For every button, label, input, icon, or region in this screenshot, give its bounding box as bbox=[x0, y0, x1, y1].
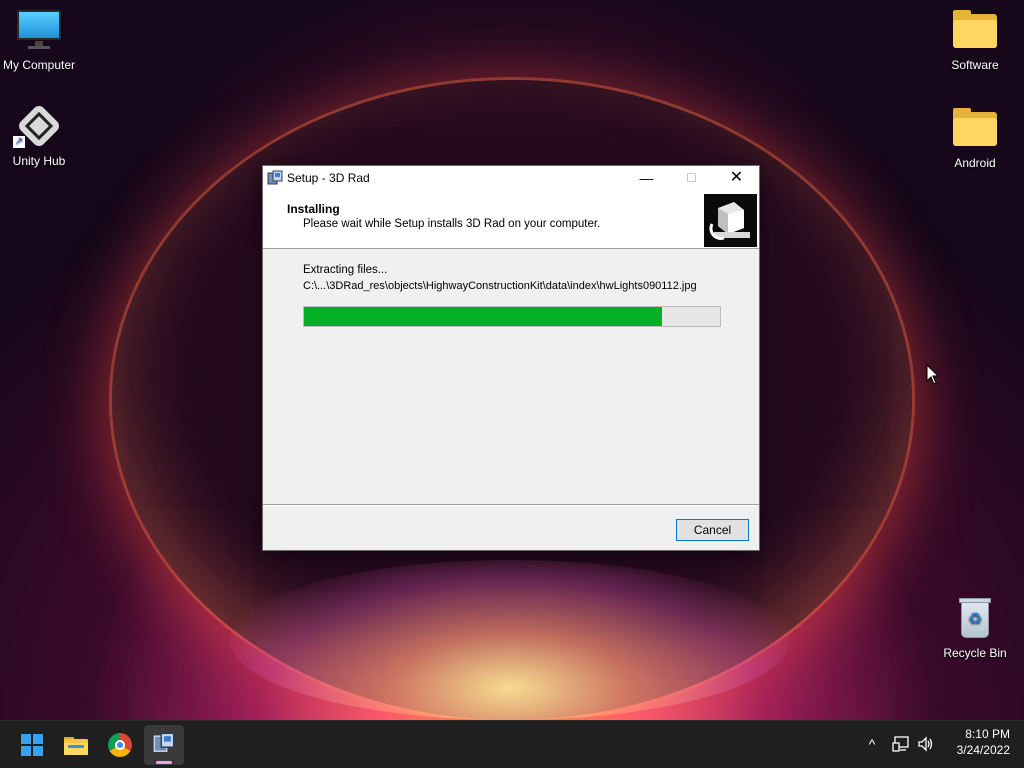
taskbar-clock[interactable]: 8:10 PM 3/24/2022 bbox=[940, 726, 1010, 758]
windows-logo-icon bbox=[21, 734, 43, 756]
cancel-button[interactable]: Cancel bbox=[676, 519, 749, 541]
monitor-icon bbox=[15, 10, 63, 54]
network-icon[interactable] bbox=[892, 735, 910, 753]
minimize-button[interactable]: — bbox=[624, 166, 669, 191]
dialog-title: Setup - 3D Rad bbox=[287, 171, 370, 185]
clock-time: 8:10 PM bbox=[965, 727, 1010, 741]
chevron-up-icon[interactable]: ^ bbox=[864, 736, 880, 752]
current-file-path: C:\...\3DRad_res\objects\HighwayConstruc… bbox=[303, 280, 697, 292]
close-button[interactable]: ✕ bbox=[714, 166, 759, 191]
unity-hub-icon: ↗ bbox=[13, 103, 63, 150]
page-title: Installing bbox=[287, 202, 340, 216]
desktop-icon-android[interactable]: Android bbox=[933, 108, 1017, 170]
maximize-button[interactable]: ☐ bbox=[669, 166, 714, 191]
chrome-icon bbox=[108, 733, 132, 757]
volume-icon[interactable] bbox=[917, 735, 935, 753]
recycle-bin-icon: ♻ bbox=[951, 598, 999, 642]
desktop-icon-unity-hub[interactable]: ↗ Unity Hub bbox=[0, 103, 81, 168]
computer-install-icon bbox=[704, 194, 757, 247]
wallpaper-glow bbox=[230, 560, 790, 720]
clock-date: 3/24/2022 bbox=[956, 743, 1010, 757]
active-indicator bbox=[156, 761, 172, 764]
taskbar-file-explorer[interactable] bbox=[56, 725, 96, 765]
setup-dialog: Setup - 3D Rad — ☐ ✕ Installing Please w… bbox=[262, 165, 760, 551]
desktop-icon-my-computer[interactable]: My Computer bbox=[0, 10, 81, 72]
desktop-icon-label: Android bbox=[954, 156, 996, 170]
page-subtitle: Please wait while Setup installs 3D Rad … bbox=[303, 218, 601, 230]
taskbar-setup-app[interactable] bbox=[144, 725, 184, 765]
folder-icon bbox=[64, 737, 88, 755]
taskbar-chrome[interactable] bbox=[100, 725, 140, 765]
start-button[interactable] bbox=[12, 725, 52, 765]
desktop-icon-software[interactable]: Software bbox=[933, 10, 1017, 72]
desktop-icon-label: Software bbox=[951, 58, 999, 72]
setup-app-icon bbox=[153, 732, 175, 752]
dialog-titlebar[interactable]: Setup - 3D Rad — ☐ ✕ bbox=[263, 166, 759, 191]
setup-app-icon bbox=[267, 170, 283, 185]
status-text: Extracting files... bbox=[303, 264, 388, 276]
shortcut-arrow-icon: ↗ bbox=[13, 136, 25, 148]
desktop-icon-recycle-bin[interactable]: ♻ Recycle Bin bbox=[933, 598, 1017, 660]
mouse-pointer-icon bbox=[926, 364, 940, 385]
desktop-icon-label: Recycle Bin bbox=[943, 646, 1007, 660]
dialog-header: Installing Please wait while Setup insta… bbox=[263, 191, 759, 249]
desktop-icon-label: Unity Hub bbox=[12, 154, 66, 168]
folder-icon bbox=[951, 10, 999, 54]
progress-fill bbox=[304, 307, 662, 326]
footer-divider-highlight bbox=[263, 505, 759, 506]
folder-icon bbox=[951, 108, 999, 152]
install-progress-bar bbox=[303, 306, 721, 327]
desktop-icon-label: My Computer bbox=[2, 58, 76, 72]
